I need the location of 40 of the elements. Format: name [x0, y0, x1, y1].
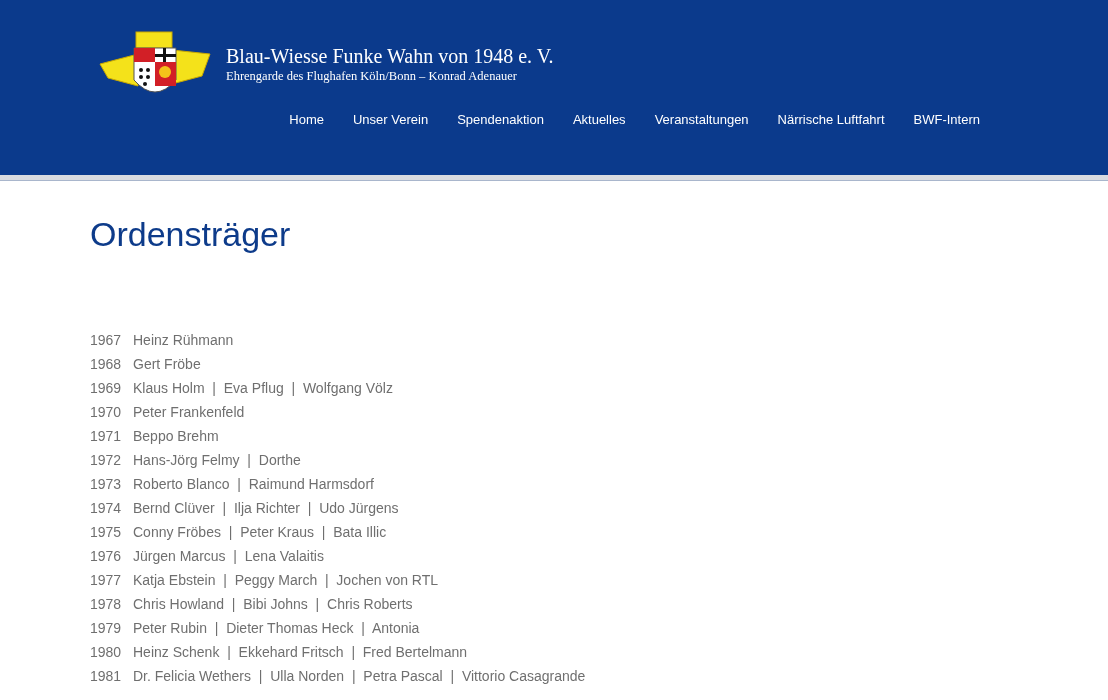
award-recipients: Hans-Jörg Felmy | Dorthe	[133, 451, 301, 470]
award-recipients: Dr. Felicia Wethers | Ulla Norden | Petra Pascal | Vittorio Casagrande	[133, 667, 586, 686]
award-recipients: Klaus Holm | Eva Pflug | Wolfgang Völz	[133, 379, 393, 398]
award-recipients: Peter Rubin | Dieter Thomas Heck | Antonia	[133, 619, 420, 638]
award-year: 1976	[90, 547, 120, 566]
award-recipients: Peter Frankenfeld	[133, 403, 245, 422]
award-recipients: Heinz Schenk | Ekkehard Fritsch | Fred Bertelmann	[133, 643, 468, 662]
nav-link[interactable]: Unser Verein	[352, 108, 429, 132]
award-year: 1971	[90, 427, 120, 446]
award-year: 1981	[90, 667, 120, 686]
nav-link[interactable]: Veranstaltungen	[654, 108, 749, 132]
site-title: Blau-Wiesse Funke Wahn von 1948 e. V.	[226, 44, 554, 68]
page-heading: Ordensträger	[90, 214, 292, 254]
nav-link[interactable]: Spendenaktion	[457, 108, 544, 132]
nav-link[interactable]: Aktuelles	[572, 108, 626, 132]
nav-link[interactable]: Närrische Luftfahrt	[777, 108, 885, 132]
award-year: 1977	[90, 571, 120, 590]
award-recipients: Bernd Clüver | Ilja Richter | Udo Jürgens	[133, 499, 399, 518]
award-recipients: Jürgen Marcus | Lena Valaitis	[133, 547, 324, 566]
award-year: 1968	[90, 355, 120, 374]
award-year: 1980	[90, 643, 120, 662]
award-recipients: Heinz Rühmann	[133, 331, 234, 350]
award-year: 1978	[90, 595, 120, 614]
award-recipients: Beppo Brehm	[133, 427, 219, 446]
site-subtitle: Ehrengarde des Flughafen Köln/Bonn – Konrad Adenauer	[226, 68, 518, 84]
award-year: 1970	[90, 403, 120, 422]
award-year: 1975	[90, 523, 120, 542]
award-recipients: Roberto Blanco | Raimund Harmsdorf	[133, 475, 374, 494]
award-recipients: Gert Fröbe	[133, 355, 201, 374]
award-year: 1979	[90, 619, 120, 638]
award-recipients: Katja Ebstein | Peggy March | Jochen von RTL	[133, 571, 439, 590]
award-year: 1969	[90, 379, 120, 398]
award-year: 1973	[90, 475, 120, 494]
award-recipients: Chris Howland | Bibi Johns | Chris Roberts	[133, 595, 413, 614]
award-year: 1972	[90, 451, 120, 470]
award-year: 1967	[90, 331, 120, 350]
award-recipients: Conny Fröbes | Peter Kraus | Bata Illic	[133, 523, 387, 542]
nav-link[interactable]: Home	[289, 108, 324, 132]
nav-link[interactable]: BWF-Intern	[913, 108, 980, 132]
award-year: 1974	[90, 499, 120, 518]
